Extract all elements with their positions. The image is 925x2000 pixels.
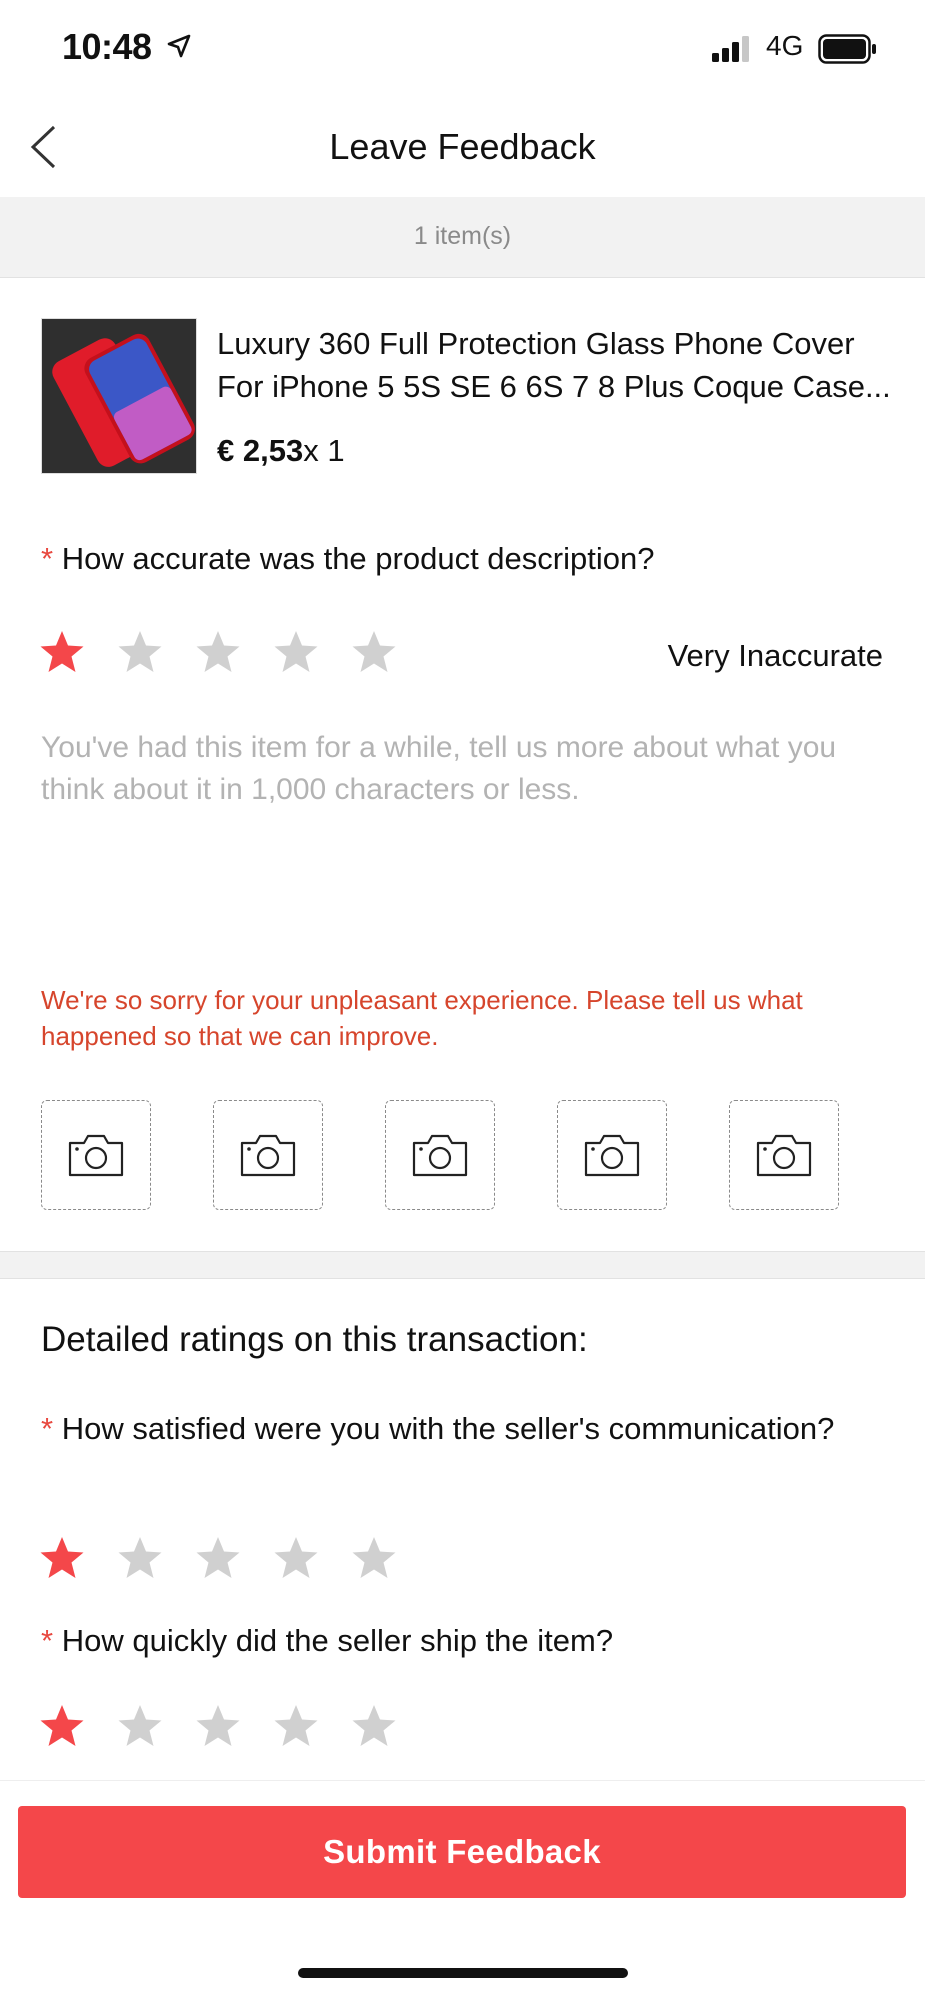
star-icon[interactable] (272, 624, 350, 680)
communication-rating-stars[interactable] (38, 1530, 428, 1586)
rating-description-text: Very Inaccurate (667, 638, 883, 673)
photo-upload-slot[interactable] (385, 1100, 495, 1210)
footer-divider (0, 1780, 925, 1781)
product-quantity: x 1 (303, 433, 345, 468)
product-price: € 2,53 (217, 433, 304, 468)
product-thumbnail[interactable] (41, 318, 197, 474)
submit-feedback-button[interactable]: Submit Feedback (18, 1806, 906, 1898)
product-price-line: € 2,53x 1 (217, 433, 345, 469)
star-icon[interactable] (350, 624, 428, 680)
star-icon[interactable] (194, 624, 272, 680)
status-time: 10:48 (62, 26, 152, 67)
sorry-message: We're so sorry for your unpleasant exper… (41, 985, 803, 1051)
star-icon[interactable] (38, 624, 116, 680)
question-shipping-speed: * How quickly did the seller ship the it… (41, 1620, 901, 1662)
photo-upload-slot[interactable] (213, 1100, 323, 1210)
required-mark: * (41, 1623, 54, 1658)
star-icon[interactable] (116, 1530, 194, 1586)
review-textarea[interactable] (41, 727, 881, 927)
star-icon[interactable] (194, 1530, 272, 1586)
camera-icon (68, 1134, 124, 1177)
page-title: Leave Feedback (329, 126, 596, 167)
location-arrow-icon (167, 34, 191, 58)
photo-upload-slot[interactable] (557, 1100, 667, 1210)
network-type: 4G (766, 30, 804, 61)
detailed-ratings-heading: Detailed ratings on this transaction: (41, 1320, 588, 1359)
home-indicator (298, 1968, 628, 1978)
required-mark: * (41, 1411, 54, 1446)
description-rating-stars[interactable] (38, 624, 428, 680)
star-icon[interactable] (38, 1530, 116, 1586)
photo-upload-slot[interactable] (41, 1100, 151, 1210)
star-icon[interactable] (116, 1698, 194, 1754)
star-icon[interactable] (272, 1698, 350, 1754)
section-divider (0, 1251, 925, 1279)
photo-upload-slot[interactable] (729, 1100, 839, 1210)
star-icon[interactable] (194, 1698, 272, 1754)
items-count: 1 item(s) (413, 222, 512, 250)
star-icon[interactable] (116, 624, 194, 680)
star-icon[interactable] (350, 1530, 428, 1586)
shipping-rating-stars[interactable] (38, 1698, 428, 1754)
signal-icon (712, 36, 749, 62)
required-mark: * (41, 541, 54, 576)
star-icon[interactable] (350, 1698, 428, 1754)
photo-upload-row (41, 1100, 841, 1212)
star-icon[interactable] (272, 1530, 350, 1586)
question-description-accuracy: * How accurate was the product descripti… (41, 538, 654, 580)
camera-icon (756, 1134, 812, 1177)
battery-icon (818, 34, 876, 64)
question-label: How satisfied were you with the seller's… (61, 1411, 835, 1446)
camera-icon (412, 1134, 468, 1177)
question-label: How accurate was the product description… (61, 541, 655, 576)
star-icon[interactable] (38, 1698, 116, 1754)
question-label: How quickly did the seller ship the item… (61, 1623, 614, 1658)
product-image (42, 319, 196, 473)
question-seller-communication: * How satisfied were you with the seller… (41, 1408, 841, 1450)
camera-icon (240, 1134, 296, 1177)
camera-icon (584, 1134, 640, 1177)
product-title[interactable]: Luxury 360 Full Protection Glass Phone C… (217, 322, 897, 408)
